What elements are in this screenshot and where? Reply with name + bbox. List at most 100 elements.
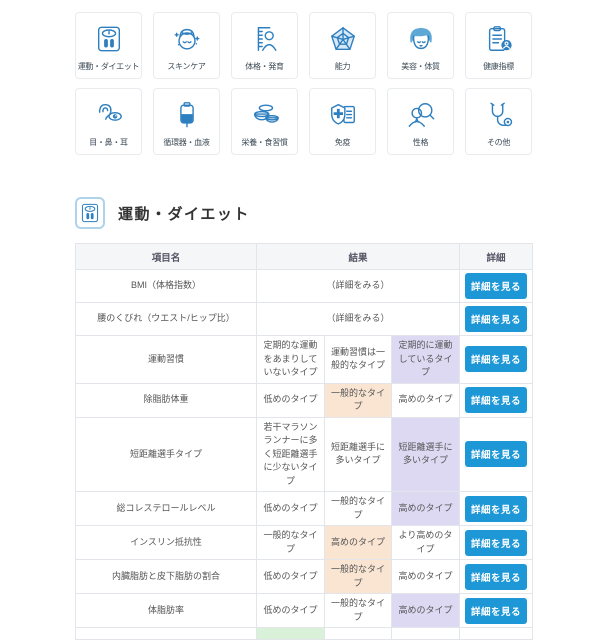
result-cell: 低めのタイプ — [257, 492, 325, 526]
result-cell: 一般的なタイプ — [325, 492, 392, 526]
growth-icon — [250, 24, 280, 59]
detail-cell: 詳細を見る — [460, 270, 533, 303]
detail-button[interactable]: 詳細を見る — [465, 273, 527, 299]
page: 運動・ダイエット スキンケア 体格・発育能力 美容・体質健康指標目・鼻・耳 循環器・血液… — [75, 12, 532, 640]
result-cell: 低めのタイプ — [257, 383, 325, 417]
scale-icon — [75, 197, 105, 229]
item-name: 総コレステロールレベル — [76, 492, 257, 526]
detail-cell: 詳細を見る — [460, 594, 533, 628]
detail-button[interactable]: 詳細を見る — [465, 598, 527, 624]
detail-button[interactable]: 詳細を見る — [465, 496, 527, 522]
category-card-7[interactable]: 目・鼻・耳 — [75, 88, 142, 155]
table-row: BMI（体格指数）（詳細をみる）詳細を見る — [76, 270, 533, 303]
table-row: 体脂肪率低めのタイプ一般的なタイプ高めのタイプ詳細を見る — [76, 594, 533, 628]
result-cell: 高めのタイプ — [392, 594, 460, 628]
column-header-item: 項目名 — [76, 244, 257, 270]
detail-button[interactable]: 詳細を見る — [465, 387, 527, 413]
item-name — [76, 628, 257, 640]
column-header-detail: 詳細 — [460, 244, 533, 270]
result-cell: 定期的に運動しているタイプ — [392, 336, 460, 384]
table-row: 内臓脂肪と皮下脂肪の割合低めのタイプ一般的なタイプ高めのタイプ詳細を見る — [76, 560, 533, 594]
stethoscope-icon — [484, 100, 514, 135]
blood-bag-icon — [172, 100, 202, 135]
personality-icon — [406, 100, 436, 135]
item-name: 内臓脂肪と皮下脂肪の割合 — [76, 560, 257, 594]
item-name: 短距離選手タイプ — [76, 417, 257, 492]
category-label: 目・鼻・耳 — [89, 139, 128, 147]
table-row: 運動習慣定期的な運動をあまりしていないタイプ運動習慣は一般的なタイプ定期的に運動… — [76, 336, 533, 384]
skincare-icon — [172, 24, 202, 59]
category-grid: 運動・ダイエット スキンケア 体格・発育能力 美容・体質健康指標目・鼻・耳 循環器・血液… — [75, 12, 532, 155]
item-name: 腰のくびれ（ウエスト/ヒップ比） — [76, 303, 257, 336]
detail-button[interactable]: 詳細を見る — [465, 441, 527, 467]
item-name: 除脂肪体重 — [76, 383, 257, 417]
category-label: 健康指標 — [483, 63, 514, 71]
result-cell: 一般的なタイプ — [325, 383, 392, 417]
table-row — [76, 628, 533, 640]
table-row: 短距離選手タイプ若干マラソンランナーに多く短距離選手に少ないタイプ短距離選手に多… — [76, 417, 533, 492]
detail-cell: 詳細を見る — [460, 383, 533, 417]
category-card-12[interactable]: その他 — [465, 88, 532, 155]
category-card-10[interactable]: 免疫 — [309, 88, 376, 155]
detail-cell: 詳細を見る — [460, 417, 533, 492]
result-cell: 短距離選手に多いタイプ — [392, 417, 460, 492]
item-name: BMI（体格指数） — [76, 270, 257, 303]
item-name: 運動習慣 — [76, 336, 257, 384]
table-row: 総コレステロールレベル低めのタイプ一般的なタイプ高めのタイプ詳細を見る — [76, 492, 533, 526]
result-cell: 若干マラソンランナーに多く短距離選手に少ないタイプ — [257, 417, 325, 492]
result-cell — [325, 628, 392, 640]
detail-cell: 詳細を見る — [460, 336, 533, 384]
item-name: インスリン抵抗性 — [76, 526, 257, 560]
category-card-5[interactable]: 美容・体質 — [387, 12, 454, 79]
table-row: 腰のくびれ（ウエスト/ヒップ比）（詳細をみる）詳細を見る — [76, 303, 533, 336]
detail-button[interactable]: 詳細を見る — [465, 306, 527, 332]
section-title: 運動・ダイエット — [118, 203, 250, 224]
food-icon — [250, 100, 280, 135]
category-card-8[interactable]: 循環器・血液 — [153, 88, 220, 155]
category-card-9[interactable]: 栄養・食習慣 — [231, 88, 298, 155]
category-label: 能力 — [335, 63, 350, 71]
health-index-icon — [484, 24, 514, 59]
detail-cell — [460, 628, 533, 640]
category-card-6[interactable]: 健康指標 — [465, 12, 532, 79]
category-label: 循環器・血液 — [163, 139, 209, 147]
table-row: 除脂肪体重低めのタイプ一般的なタイプ高めのタイプ詳細を見る — [76, 383, 533, 417]
result-cell: 低めのタイプ — [257, 594, 325, 628]
scale-icon — [94, 24, 124, 59]
result-cell: 高めのタイプ — [392, 560, 460, 594]
category-card-11[interactable]: 性格 — [387, 88, 454, 155]
radar-icon — [328, 24, 358, 59]
category-label: 運動・ダイエット — [78, 63, 140, 71]
immunity-icon — [328, 100, 358, 135]
result-cell: 高めのタイプ — [392, 492, 460, 526]
result-merged: （詳細をみる） — [257, 270, 460, 303]
detail-cell: 詳細を見る — [460, 526, 533, 560]
category-card-1[interactable]: 運動・ダイエット — [75, 12, 142, 79]
detail-button[interactable]: 詳細を見る — [465, 346, 527, 372]
category-label: 栄養・食習慣 — [241, 139, 287, 147]
result-cell: 高めのタイプ — [325, 526, 392, 560]
category-label: スキンケア — [167, 63, 205, 71]
column-header-result: 結果 — [257, 244, 460, 270]
result-cell: 運動習慣は一般的なタイプ — [325, 336, 392, 384]
result-cell — [392, 628, 460, 640]
result-merged: （詳細をみる） — [257, 303, 460, 336]
result-cell: 低めのタイプ — [257, 560, 325, 594]
category-card-2[interactable]: スキンケア — [153, 12, 220, 79]
category-card-3[interactable]: 体格・発育 — [231, 12, 298, 79]
results-table: 項目名 結果 詳細 BMI（体格指数）（詳細をみる）詳細を見る腰のくびれ（ウエス… — [75, 243, 533, 640]
beauty-icon — [406, 24, 436, 59]
detail-button[interactable]: 詳細を見る — [465, 564, 527, 590]
table-header-row: 項目名 結果 詳細 — [76, 244, 533, 270]
section-header: 運動・ダイエット — [75, 197, 532, 229]
result-cell: 一般的なタイプ — [325, 560, 392, 594]
category-card-4[interactable]: 能力 — [309, 12, 376, 79]
detail-cell: 詳細を見る — [460, 303, 533, 336]
result-cell: 短距離選手に多いタイプ — [325, 417, 392, 492]
result-cell: 一般的なタイプ — [325, 594, 392, 628]
table-row: インスリン抵抗性一般的なタイプ高めのタイプより高めのタイプ詳細を見る — [76, 526, 533, 560]
result-cell: より高めのタイプ — [392, 526, 460, 560]
category-label: 免疫 — [335, 139, 350, 147]
detail-button[interactable]: 詳細を見る — [465, 530, 527, 556]
ear-eye-icon — [94, 100, 124, 135]
